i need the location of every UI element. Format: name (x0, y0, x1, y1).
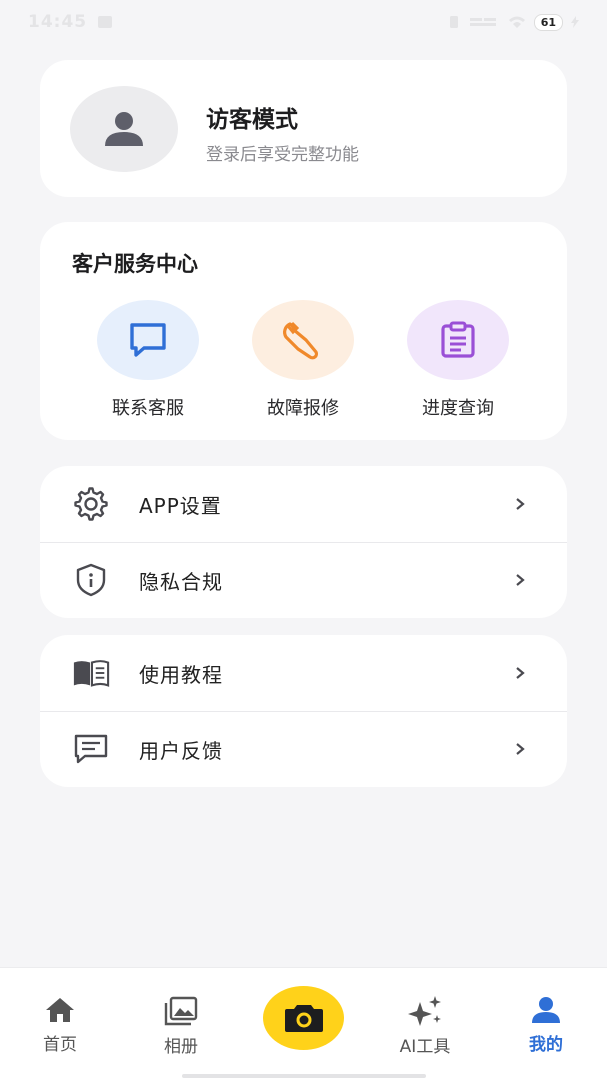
book-icon (72, 654, 110, 692)
bottom-tab-bar: 首页 相册 AI工具 我的 (0, 967, 607, 1080)
home-icon (46, 998, 74, 1022)
status-time: 14:45 (28, 12, 88, 32)
progress-query-button[interactable]: 进度查询 (398, 300, 518, 420)
sparkle-icon (408, 996, 441, 1026)
tab-ai-tools[interactable]: AI工具 (380, 996, 470, 1057)
repair-request-circle[interactable] (252, 300, 354, 380)
tab-label-mine: 我的 (529, 1035, 563, 1055)
feedback-icon (72, 730, 110, 768)
shield-info-icon (72, 561, 110, 599)
contact-support-button[interactable]: 联系客服 (88, 300, 208, 420)
status-bar: 14:45 61 (0, 0, 607, 44)
menu-label-feedback: 用户反馈 (139, 738, 223, 763)
chevron-right-icon (516, 574, 525, 586)
wifi-icon (508, 16, 525, 28)
charging-icon (571, 16, 579, 28)
service-center-card: 客户服务中心 联系客服 故障报修 进度查询 (40, 222, 567, 440)
tab-label-ai-tools: AI工具 (399, 1037, 451, 1057)
service-center-title: 客户服务中心 (72, 252, 198, 276)
contact-support-label: 联系客服 (112, 398, 184, 419)
user-icon (105, 112, 143, 146)
tab-gallery[interactable]: 相册 (136, 996, 226, 1057)
gear-icon (72, 485, 110, 523)
person-icon (532, 997, 560, 1023)
menu-item-app-settings[interactable]: APP设置 (40, 466, 567, 542)
camera-button[interactable] (263, 986, 344, 1050)
profile-subtitle: 登录后享受完整功能 (206, 145, 359, 165)
home-indicator (182, 1074, 426, 1078)
repair-request-button[interactable]: 故障报修 (243, 300, 363, 420)
chevron-right-icon (516, 667, 525, 679)
chevron-right-icon (516, 498, 525, 510)
menu-label-privacy-compliance: 隐私合规 (139, 569, 223, 594)
tab-label-home: 首页 (43, 1035, 77, 1055)
status-right: 61 (446, 13, 579, 31)
avatar[interactable] (70, 86, 178, 172)
progress-query-circle[interactable] (407, 300, 509, 380)
repair-request-label: 故障报修 (267, 398, 339, 419)
camera-icon (284, 1005, 323, 1032)
settings-menu-card: APP设置 隐私合规 (40, 466, 567, 618)
contact-support-circle[interactable] (97, 300, 199, 380)
status-left: 14:45 (28, 12, 113, 32)
progress-query-label: 进度查询 (422, 398, 494, 419)
gallery-icon (164, 996, 198, 1026)
chevron-right-icon (516, 743, 525, 755)
wrench-icon (283, 321, 319, 360)
tab-home[interactable]: 首页 (15, 996, 105, 1055)
profile-card[interactable]: 访客模式 登录后享受完整功能 (40, 60, 567, 197)
battery-indicator: 61 (533, 13, 563, 31)
tab-mine[interactable]: 我的 (501, 996, 591, 1055)
menu-label-tutorial: 使用教程 (139, 662, 223, 687)
notification-icon (98, 16, 113, 28)
menu-item-feedback[interactable]: 用户反馈 (40, 711, 567, 787)
menu-item-tutorial[interactable]: 使用教程 (40, 635, 567, 711)
chat-bubble-icon (130, 323, 166, 357)
vibrate-icon (449, 16, 458, 28)
profile-name: 访客模式 (206, 107, 298, 133)
clipboard-icon (441, 321, 475, 358)
menu-label-app-settings: APP设置 (139, 493, 222, 518)
help-menu-card: 使用教程 用户反馈 (40, 635, 567, 787)
menu-item-privacy-compliance[interactable]: 隐私合规 (40, 542, 567, 618)
tab-label-gallery: 相册 (164, 1037, 198, 1057)
signal-icon (469, 18, 496, 26)
